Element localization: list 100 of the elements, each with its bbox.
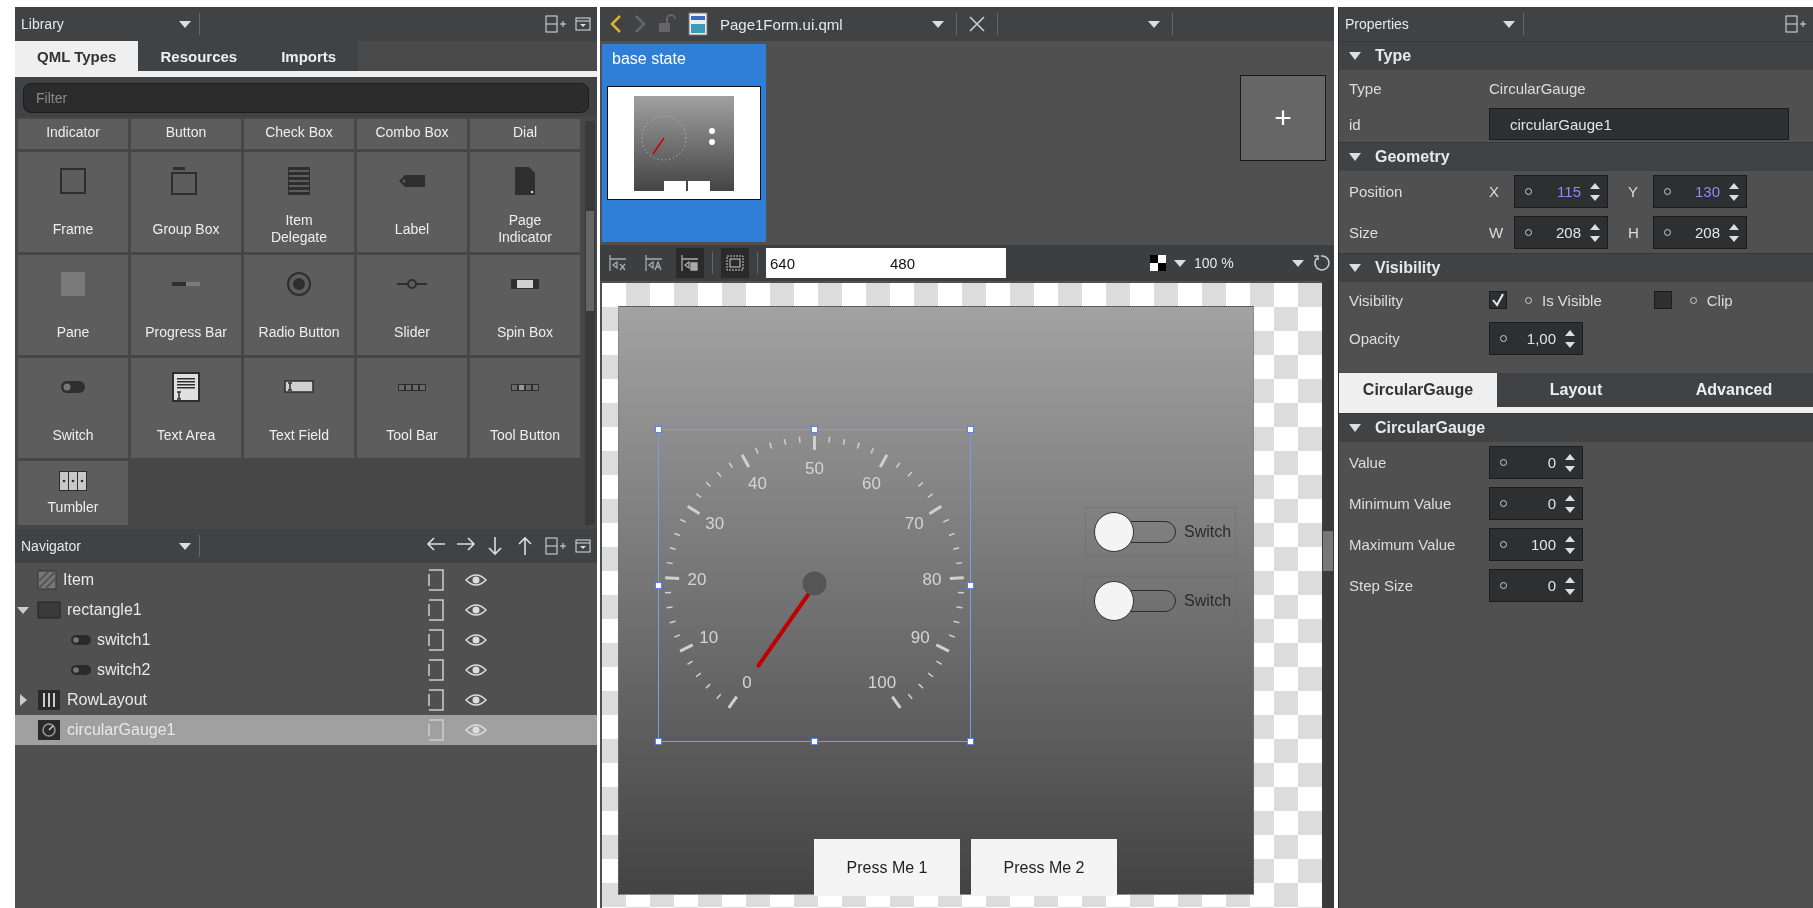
expanded-arrow-icon[interactable] (1349, 52, 1361, 60)
resize-handle[interactable] (967, 738, 974, 745)
resize-handle[interactable] (967, 582, 974, 589)
component-tile[interactable]: Tumbler (18, 461, 128, 525)
scrollbar[interactable] (1322, 281, 1334, 908)
filter-field[interactable]: Filter (23, 83, 589, 113)
resize-handle[interactable] (655, 582, 662, 589)
add-state-button[interactable]: + (1240, 75, 1326, 161)
height-field[interactable]: 480 (886, 248, 1006, 278)
component-tile[interactable]: Pane (18, 255, 128, 355)
spin-field[interactable]: 0 (1489, 487, 1583, 520)
component-tile[interactable]: Tool Bar (357, 358, 467, 458)
scrollbar[interactable] (585, 121, 595, 525)
component-tile[interactable]: Slider (357, 255, 467, 355)
spin-field[interactable]: 0 (1489, 446, 1583, 479)
component-tile[interactable]: Spin Box (470, 255, 580, 355)
tab[interactable]: CircularGauge (1339, 373, 1497, 407)
qml-file-icon (688, 12, 708, 36)
component-tile[interactable]: Text Field (244, 358, 354, 458)
expanded-arrow-icon[interactable] (1349, 153, 1361, 161)
component-tile[interactable]: Button (131, 119, 241, 149)
expanded-arrow-icon[interactable] (1349, 264, 1361, 272)
circular-gauge[interactable]: 0 10 20 30 40 50 60 70 80 90 100 (658, 429, 971, 742)
rectangle-icon (37, 600, 61, 620)
push-button[interactable]: Press Me 2 (971, 839, 1117, 896)
resize-handle[interactable] (655, 426, 662, 433)
component-tile[interactable]: Progress Bar (131, 255, 241, 355)
close-icon[interactable] (969, 16, 985, 32)
split-icon[interactable] (1785, 15, 1807, 33)
navigator-row[interactable]: RowLayout (15, 685, 597, 715)
navigator-row[interactable]: rectangle1 (15, 595, 597, 625)
anchor-bracket-icon[interactable] (427, 629, 445, 651)
collapse-icon[interactable] (575, 539, 591, 553)
checker-icon[interactable] (1150, 255, 1166, 271)
expanded-arrow-icon[interactable] (17, 604, 29, 616)
eye-icon[interactable] (465, 573, 487, 587)
expanded-arrow-icon[interactable] (1349, 424, 1361, 432)
toolbar-button[interactable] (721, 248, 749, 278)
spin-field[interactable]: 208 (1653, 216, 1747, 249)
panel-title: Navigator (21, 538, 82, 554)
anchor-bracket-icon[interactable] (427, 689, 445, 711)
collapsed-arrow-icon[interactable] (17, 694, 29, 706)
spin-field[interactable]: 0 (1489, 569, 1583, 602)
component-tile[interactable]: Switch (18, 358, 128, 458)
collapse-icon[interactable] (575, 17, 591, 31)
property-label: Type (1349, 79, 1383, 97)
gauge-label: 20 (687, 570, 707, 590)
anchor-bracket-icon[interactable] (427, 659, 445, 681)
component-tile[interactable]: Text Area (131, 358, 241, 458)
component-tile[interactable]: Radio Button (244, 255, 354, 355)
switch-label: Switch (1184, 592, 1232, 610)
scrollbar-thumb[interactable] (1323, 531, 1333, 571)
switch-icon (71, 635, 91, 645)
eye-icon[interactable] (465, 603, 487, 617)
component-tile[interactable]: Group Box (131, 152, 241, 252)
spin-field[interactable]: 1,00 (1489, 322, 1583, 355)
anchor-bracket-icon[interactable] (427, 599, 445, 621)
component-tile[interactable]: Frame (18, 152, 128, 252)
spin-field[interactable]: 100 (1489, 528, 1583, 561)
state-card[interactable]: base state (602, 44, 766, 242)
push-button[interactable]: Press Me 1 (814, 839, 960, 896)
component-tile[interactable]: Dial (470, 119, 580, 149)
eye-icon[interactable] (465, 693, 487, 707)
width-field[interactable]: 640 (766, 248, 886, 278)
component-tile[interactable]: Item Delegate (244, 152, 354, 252)
checkbox[interactable] (1489, 291, 1507, 309)
component-tile[interactable]: Tool Button (470, 358, 580, 458)
switch-icon (71, 665, 91, 675)
spin-field[interactable]: 208 (1514, 216, 1608, 249)
reset-icon[interactable] (1312, 254, 1330, 272)
navigator-row[interactable]: switch2 (15, 655, 597, 685)
scrollbar-thumb[interactable] (586, 211, 594, 311)
eye-icon[interactable] (465, 663, 487, 677)
spin-field[interactable]: 115 (1514, 175, 1608, 208)
tab[interactable]: Imports (259, 41, 359, 71)
component-tile[interactable]: Check Box (244, 119, 354, 149)
split-icon[interactable] (545, 15, 567, 33)
split-icon[interactable] (545, 537, 567, 555)
gauge-label: 10 (699, 628, 719, 648)
navigator-row[interactable]: Item (15, 565, 597, 595)
resize-handle[interactable] (811, 426, 818, 433)
resize-handle[interactable] (655, 738, 662, 745)
component-tile[interactable]: Indicator (18, 119, 128, 149)
dropdown-caret-icon (179, 542, 191, 550)
gauge-label: 30 (705, 514, 725, 534)
component-tile[interactable]: Combo Box (357, 119, 467, 149)
resize-handle[interactable] (967, 426, 974, 433)
component-tile[interactable]: Label (357, 152, 467, 252)
tab[interactable]: Resources (138, 41, 260, 71)
resize-handle[interactable] (811, 738, 818, 745)
anchor-bracket-icon[interactable] (427, 569, 445, 591)
checkbox[interactable] (1653, 291, 1672, 309)
navigator-row[interactable]: switch1 (15, 625, 597, 655)
zoom-level[interactable]: 100 % (1194, 255, 1284, 271)
id-field[interactable]: circularGauge1 (1489, 108, 1789, 140)
component-tile[interactable]: Page Indicator (470, 152, 580, 252)
spin-field[interactable]: 130 (1653, 175, 1747, 208)
toolbar-button[interactable] (676, 248, 704, 278)
eye-icon[interactable] (465, 633, 487, 647)
tab[interactable]: QML Types (15, 41, 139, 71)
